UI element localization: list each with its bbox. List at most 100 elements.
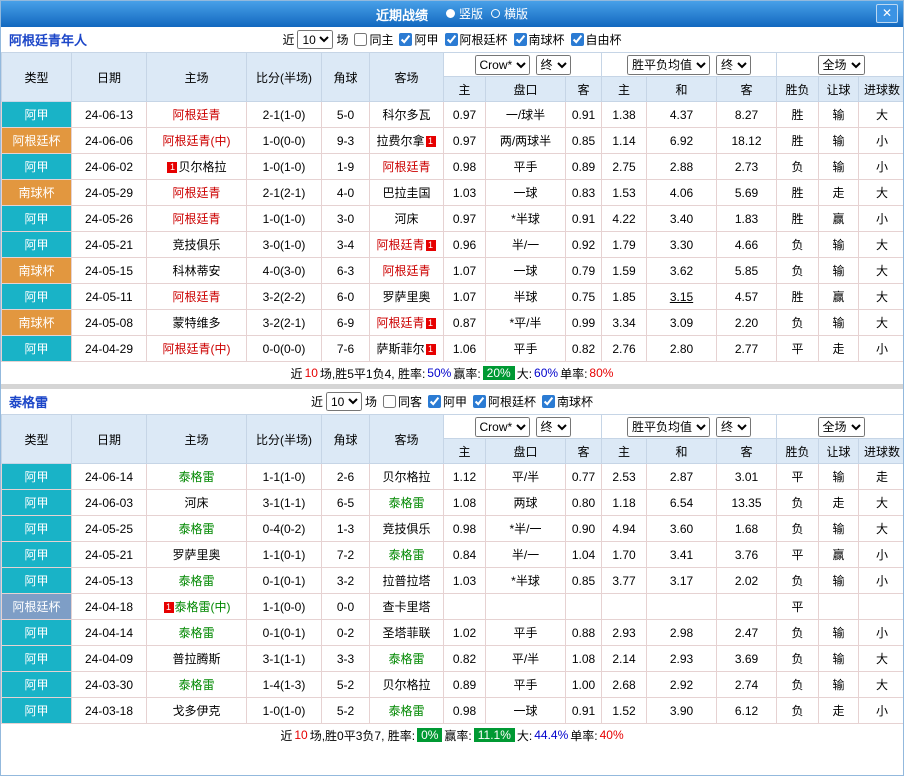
match-row[interactable]: 阿甲 24-05-21 竞技俱乐 3-0(1-0) 3-4 阿根廷青1 0.96… [2, 232, 904, 258]
league-checkbox-label[interactable]: 阿甲 [428, 393, 467, 410]
home-team-cell[interactable]: 1泰格雷(中) [147, 594, 247, 620]
home-team-cell[interactable]: 阿根廷青 [147, 102, 247, 128]
away-team-cell[interactable]: 阿根廷青1 [370, 232, 444, 258]
match-row[interactable]: 阿根廷杯 24-06-06 阿根廷青(中) 1-0(0-0) 9-3 拉费尔拿1… [2, 128, 904, 154]
league-checkbox[interactable] [542, 395, 555, 408]
league-checkbox[interactable] [473, 395, 486, 408]
away-team-cell[interactable]: 泰格雷 [370, 542, 444, 568]
league-checkbox[interactable] [445, 33, 458, 46]
match-row[interactable]: 阿根廷杯 24-04-18 1泰格雷(中) 1-1(0-0) 0-0 查卡里塔 … [2, 594, 904, 620]
away-team-cell[interactable]: 罗萨里奥 [370, 284, 444, 310]
league-checkbox[interactable] [399, 33, 412, 46]
home-team-cell[interactable]: 泰格雷 [147, 568, 247, 594]
avg-odds-home: 4.94 [602, 516, 647, 542]
same-venue-checkbox[interactable] [354, 33, 367, 46]
away-team-cell[interactable]: 圣塔菲联 [370, 620, 444, 646]
away-team-name: 竞技俱乐 [382, 522, 430, 536]
away-team-cell[interactable]: 拉费尔拿1 [370, 128, 444, 154]
league-type-badge: 阿甲 [2, 464, 72, 490]
home-team-cell[interactable]: 1贝尔格拉 [147, 154, 247, 180]
away-team-cell[interactable]: 贝尔格拉 [370, 464, 444, 490]
league-checkbox[interactable] [514, 33, 527, 46]
match-count-select[interactable]: 10 [326, 392, 362, 411]
match-row[interactable]: 阿甲 24-06-02 1贝尔格拉 1-0(1-0) 1-9 阿根廷青 0.98… [2, 154, 904, 180]
home-team-cell[interactable]: 蒙特维多 [147, 310, 247, 336]
odds-avg-select[interactable]: 胜平负均值 [627, 417, 710, 437]
home-team-cell[interactable]: 阿根廷青(中) [147, 128, 247, 154]
league-checkbox[interactable] [428, 395, 441, 408]
away-team-cell[interactable]: 阿根廷青1 [370, 310, 444, 336]
away-team-name: 科尔多瓦 [382, 108, 430, 122]
home-team-cell[interactable]: 阿根廷青 [147, 284, 247, 310]
match-row[interactable]: 阿甲 24-05-25 泰格雷 0-4(0-2) 1-3 竞技俱乐 0.98 *… [2, 516, 904, 542]
home-team-cell[interactable]: 阿根廷青 [147, 206, 247, 232]
away-team-cell[interactable]: 阿根廷青 [370, 258, 444, 284]
away-team-cell[interactable]: 阿根廷青 [370, 154, 444, 180]
match-row[interactable]: 阿甲 24-06-03 河床 3-1(1-1) 6-5 泰格雷 1.08 两球 … [2, 490, 904, 516]
bookmaker-select[interactable]: Crow* [475, 55, 530, 75]
away-team-cell[interactable]: 巴拉圭国 [370, 180, 444, 206]
home-team-cell[interactable]: 泰格雷 [147, 516, 247, 542]
away-team-cell[interactable]: 泰格雷 [370, 646, 444, 672]
scope-select[interactable]: 全场 [818, 417, 865, 437]
handicap-line: 半/一 [486, 542, 566, 568]
league-checkbox-label[interactable]: 南球杯 [542, 393, 593, 410]
away-team-cell[interactable]: 贝尔格拉 [370, 672, 444, 698]
home-team-cell[interactable]: 罗萨里奥 [147, 542, 247, 568]
home-team-cell[interactable]: 阿根廷青 [147, 180, 247, 206]
match-row[interactable]: 阿甲 24-03-30 泰格雷 1-4(1-3) 5-2 贝尔格拉 0.89 平… [2, 672, 904, 698]
home-team-cell[interactable]: 泰格雷 [147, 672, 247, 698]
home-team-cell[interactable]: 阿根廷青(中) [147, 336, 247, 362]
close-button[interactable]: ✕ [876, 4, 898, 23]
same-venue-checkbox-label[interactable]: 同客 [383, 393, 422, 410]
odds-avg-select[interactable]: 胜平负均值 [627, 55, 710, 75]
match-row[interactable]: 阿甲 24-04-09 普拉腾斯 3-1(1-1) 3-3 泰格雷 0.82 平… [2, 646, 904, 672]
same-venue-checkbox[interactable] [383, 395, 396, 408]
away-team-cell[interactable]: 泰格雷 [370, 698, 444, 724]
away-team-cell[interactable]: 查卡里塔 [370, 594, 444, 620]
league-checkbox-label[interactable]: 南球杯 [514, 31, 565, 48]
odds-time-select[interactable]: 终 [716, 417, 751, 437]
match-row[interactable]: 阿甲 24-06-13 阿根廷青 2-1(1-0) 5-0 科尔多瓦 0.97 … [2, 102, 904, 128]
layout-radio[interactable]: 横版 [491, 5, 528, 22]
score: 0-0(0-0) [247, 336, 322, 362]
same-venue-checkbox-label[interactable]: 同主 [354, 31, 393, 48]
match-row[interactable]: 阿甲 24-03-18 戈多伊克 1-0(1-0) 5-2 泰格雷 0.98 一… [2, 698, 904, 724]
league-checkbox-label[interactable]: 阿甲 [399, 31, 438, 48]
away-team-cell[interactable]: 河床 [370, 206, 444, 232]
match-row[interactable]: 南球杯 24-05-15 科林蒂安 4-0(3-0) 6-3 阿根廷青 1.07… [2, 258, 904, 284]
league-checkbox-label[interactable]: 阿根廷杯 [445, 31, 508, 48]
home-team-cell[interactable]: 泰格雷 [147, 464, 247, 490]
match-row[interactable]: 阿甲 24-05-26 阿根廷青 1-0(1-0) 3-0 河床 0.97 *半… [2, 206, 904, 232]
home-team-cell[interactable]: 泰格雷 [147, 620, 247, 646]
scope-select[interactable]: 全场 [818, 55, 865, 75]
home-team-cell[interactable]: 竞技俱乐 [147, 232, 247, 258]
bookmaker-select[interactable]: Crow* [475, 417, 530, 437]
scope-select-cell: 全场 [777, 53, 904, 77]
away-team-cell[interactable]: 泰格雷 [370, 490, 444, 516]
home-team-cell[interactable]: 戈多伊克 [147, 698, 247, 724]
match-row[interactable]: 阿甲 24-05-13 泰格雷 0-1(0-1) 3-2 拉普拉塔 1.03 *… [2, 568, 904, 594]
handicap-time-select[interactable]: 终 [536, 417, 571, 437]
home-team-cell[interactable]: 河床 [147, 490, 247, 516]
match-row[interactable]: 阿甲 24-04-14 泰格雷 0-1(0-1) 0-2 圣塔菲联 1.02 平… [2, 620, 904, 646]
match-count-select[interactable]: 10 [297, 30, 333, 49]
league-checkbox[interactable] [571, 33, 584, 46]
match-row[interactable]: 南球杯 24-05-08 蒙特维多 3-2(2-1) 6-9 阿根廷青1 0.8… [2, 310, 904, 336]
away-team-cell[interactable]: 竞技俱乐 [370, 516, 444, 542]
handicap-time-select[interactable]: 终 [536, 55, 571, 75]
layout-radio[interactable]: 竖版 [446, 5, 483, 22]
league-checkbox-label[interactable]: 阿根廷杯 [473, 393, 536, 410]
odds-time-select[interactable]: 终 [716, 55, 751, 75]
home-team-cell[interactable]: 普拉腾斯 [147, 646, 247, 672]
match-row[interactable]: 阿甲 24-06-14 泰格雷 1-1(1-0) 2-6 贝尔格拉 1.12 平… [2, 464, 904, 490]
away-team-cell[interactable]: 拉普拉塔 [370, 568, 444, 594]
league-checkbox-label[interactable]: 自由杯 [571, 31, 622, 48]
match-row[interactable]: 阿甲 24-04-29 阿根廷青(中) 0-0(0-0) 7-6 萨斯菲尔1 1… [2, 336, 904, 362]
match-row[interactable]: 南球杯 24-05-29 阿根廷青 2-1(2-1) 4-0 巴拉圭国 1.03… [2, 180, 904, 206]
home-team-cell[interactable]: 科林蒂安 [147, 258, 247, 284]
match-row[interactable]: 阿甲 24-05-11 阿根廷青 3-2(2-2) 6-0 罗萨里奥 1.07 … [2, 284, 904, 310]
away-team-cell[interactable]: 萨斯菲尔1 [370, 336, 444, 362]
away-team-cell[interactable]: 科尔多瓦 [370, 102, 444, 128]
match-row[interactable]: 阿甲 24-05-21 罗萨里奥 1-1(0-1) 7-2 泰格雷 0.84 半… [2, 542, 904, 568]
